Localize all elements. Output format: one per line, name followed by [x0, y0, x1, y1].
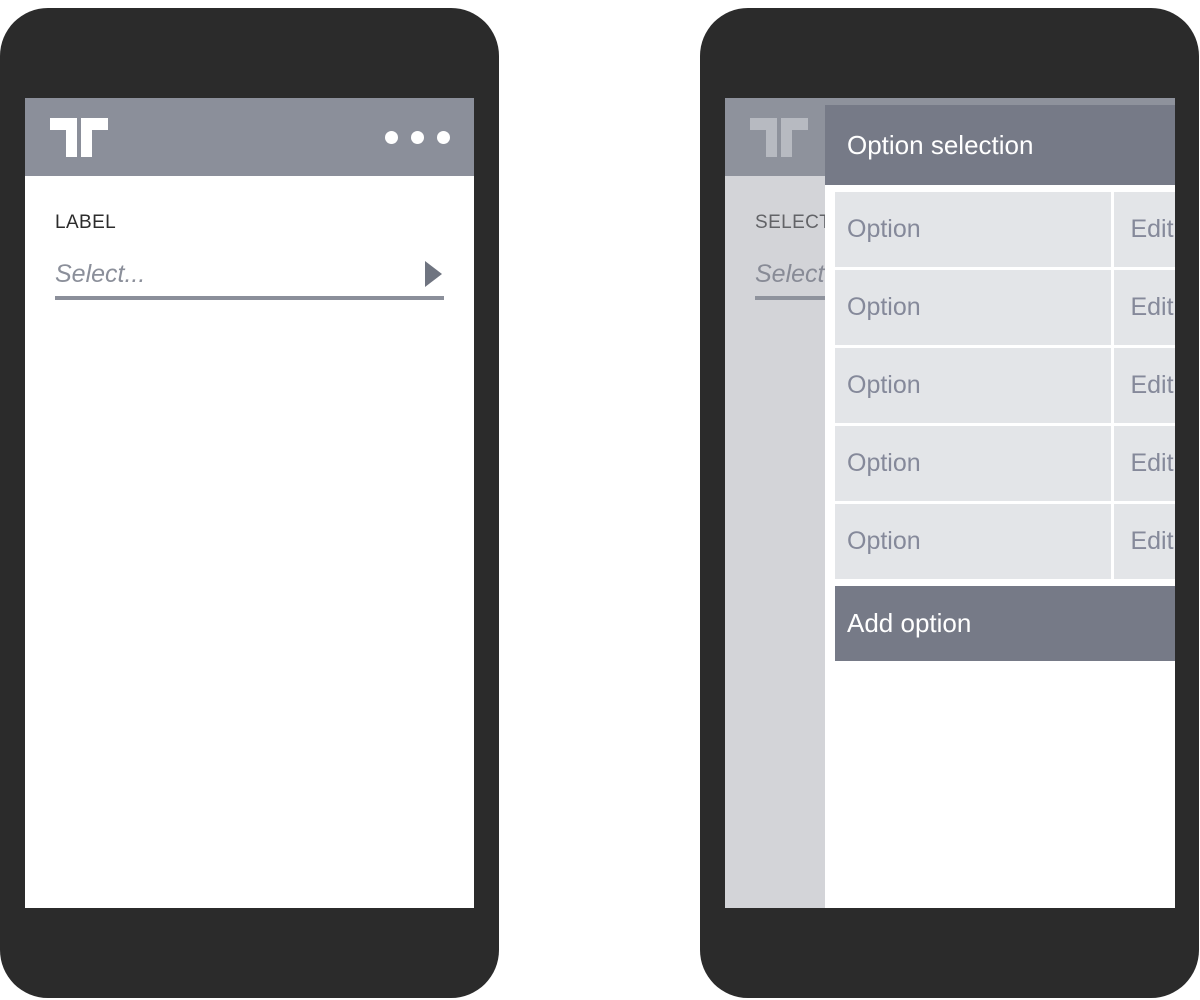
phone-screen-left: LABEL Select... — [25, 98, 474, 908]
dialog-title: Option selection — [847, 129, 1034, 160]
brand-double-t-logo-icon — [750, 117, 808, 157]
option-edit-button[interactable]: Edit — [1114, 192, 1175, 267]
option-edit-button[interactable]: Edit — [1114, 426, 1175, 501]
dialog-header: Option selection — [825, 105, 1175, 185]
option-edit-button[interactable]: Edit — [1114, 270, 1175, 345]
option-row: Option Edit — [835, 192, 1175, 267]
form-container: LABEL Select... — [25, 176, 474, 300]
select-value: Select... — [55, 259, 146, 288]
app-bar — [25, 98, 474, 176]
field-label: LABEL — [55, 212, 117, 233]
option-selection-dialog: Option selection Option Edit Option Edit… — [825, 105, 1175, 908]
option-name-cell[interactable]: Option — [835, 426, 1111, 501]
overflow-menu-dots-icon[interactable] — [385, 130, 450, 144]
option-name-cell[interactable]: Option — [835, 504, 1111, 579]
add-option-button[interactable]: Add option — [835, 586, 1175, 661]
option-edit-button[interactable]: Edit — [1114, 348, 1175, 423]
select-field[interactable]: Select... — [55, 252, 444, 300]
option-name-cell[interactable]: Option — [835, 270, 1111, 345]
option-row: Option Edit — [835, 270, 1175, 345]
phone-frame-left: LABEL Select... — [0, 8, 499, 998]
option-edit-button[interactable]: Edit — [1114, 504, 1175, 579]
option-row: Option Edit — [835, 504, 1175, 579]
option-name-cell[interactable]: Option — [835, 348, 1111, 423]
option-name-cell[interactable]: Option — [835, 192, 1111, 267]
brand-double-t-logo-icon — [50, 117, 108, 157]
phone-screen-right: SELECT Select... Option selection Option… — [725, 98, 1175, 908]
phone-frame-right: SELECT Select... Option selection Option… — [700, 8, 1199, 998]
option-row: Option Edit — [835, 426, 1175, 501]
option-list: Option Edit Option Edit Option Edit Opti… — [825, 185, 1175, 661]
option-row: Option Edit — [835, 348, 1175, 423]
play-triangle-right-icon[interactable] — [425, 261, 442, 287]
